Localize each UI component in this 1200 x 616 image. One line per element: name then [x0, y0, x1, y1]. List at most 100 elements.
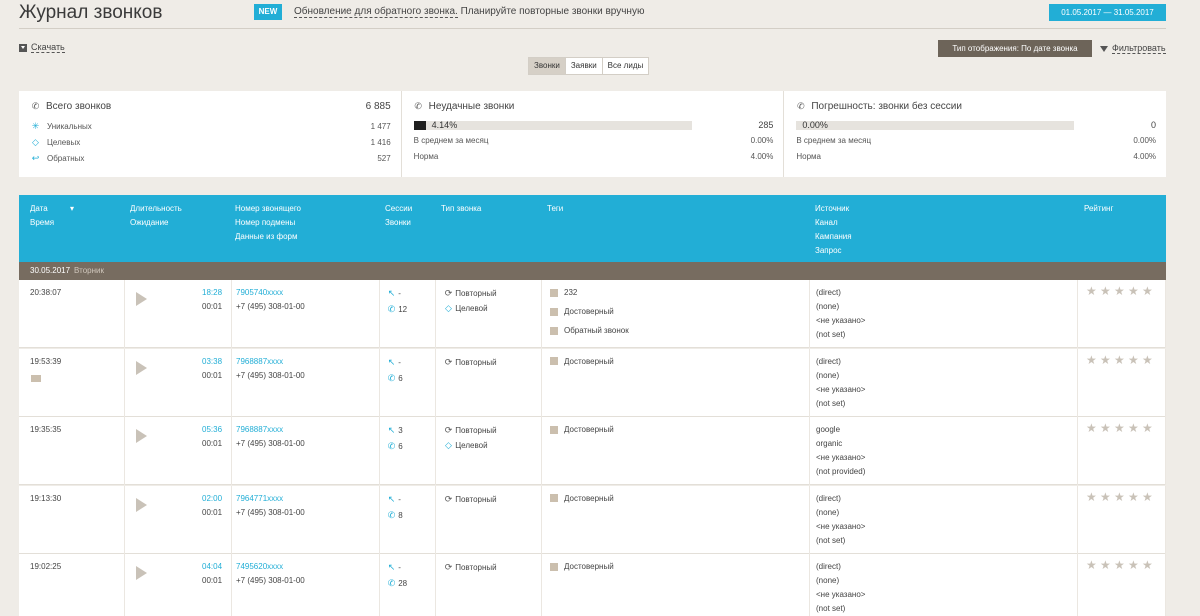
- rating-star-icon[interactable]: ★: [1142, 421, 1153, 435]
- call-tag[interactable]: Обратный звонок: [550, 324, 629, 338]
- call-tag[interactable]: 232: [550, 286, 577, 300]
- play-icon[interactable]: [136, 566, 147, 580]
- call-tag[interactable]: Достоверный: [550, 355, 614, 369]
- calls-value: ✆ 28: [387, 578, 408, 588]
- rating-star-icon[interactable]: ★: [1114, 558, 1125, 572]
- rating-star-icon[interactable]: ★: [1086, 284, 1097, 298]
- rating-star-icon[interactable]: ★: [1086, 353, 1097, 367]
- filter-icon: [1100, 45, 1108, 52]
- download-icon: [19, 43, 27, 52]
- table-row[interactable]: 20:38:07 18:28 00:01 7905740xxxx +7 (495) 30…: [19, 280, 1166, 348]
- calls-value: ✆ 12: [387, 304, 408, 314]
- play-icon[interactable]: [136, 292, 147, 306]
- folder-icon[interactable]: [31, 374, 41, 382]
- col-sessions[interactable]: Сессии Звонки: [385, 202, 412, 230]
- sessions-value: ↖ -: [387, 356, 401, 367]
- rating-star-icon[interactable]: ★: [1128, 490, 1139, 504]
- call-duration[interactable]: 02:00: [202, 492, 222, 506]
- bar-label: 0.00%: [802, 120, 828, 130]
- call-duration[interactable]: 04:04: [202, 560, 222, 574]
- stat-row-label: Уникальных: [47, 121, 92, 131]
- rating-star-icon[interactable]: ★: [1142, 353, 1153, 367]
- col-date[interactable]: Дата ▾ Время: [30, 202, 74, 230]
- missed-call-icon: ✆: [414, 101, 422, 111]
- rating-star-icon[interactable]: ★: [1086, 490, 1097, 504]
- target-icon: ◇: [445, 303, 452, 313]
- table-row[interactable]: 19:35:35 05:36 00:01 7968887xxxx +7 (495) 30…: [19, 417, 1166, 485]
- repeat-icon: ⟳: [444, 288, 453, 298]
- rating-star-icon[interactable]: ★: [1100, 421, 1111, 435]
- call-tag[interactable]: Достоверный: [550, 560, 614, 574]
- stat-value: 0: [1151, 120, 1157, 130]
- phone-icon: ✆: [387, 372, 396, 383]
- filter-button[interactable]: Фильтровать: [1100, 43, 1166, 54]
- rating-star-icon[interactable]: ★: [1142, 490, 1153, 504]
- rating-star-icon[interactable]: ★: [1128, 421, 1139, 435]
- rating-star-icon[interactable]: ★: [1142, 558, 1153, 572]
- col-duration[interactable]: Длительность Ожидание: [130, 202, 182, 230]
- phone-icon: ✆: [797, 101, 805, 111]
- sessions-value: ↖ 3: [387, 425, 403, 435]
- tab-requests[interactable]: Заявки: [565, 58, 603, 74]
- rating-star-icon[interactable]: ★: [1100, 490, 1111, 504]
- stat-title: Всего звонков: [46, 101, 112, 112]
- rating-star-icon[interactable]: ★: [1100, 353, 1111, 367]
- table-row[interactable]: 19:02:25 04:04 00:01 7495620xxxx +7 (495) 30…: [19, 554, 1166, 616]
- play-icon[interactable]: [136, 429, 147, 443]
- call-time: 19:02:25: [30, 562, 62, 571]
- caller-number[interactable]: 7968887xxxx: [236, 355, 283, 369]
- col-caller[interactable]: Номер звонящего Номер подмены Данные из фо…: [235, 202, 301, 244]
- failed-progress-bar: 4.14%: [413, 120, 692, 130]
- stat-value: 6 885: [365, 101, 391, 112]
- play-icon[interactable]: [136, 497, 147, 512]
- caller-number[interactable]: 7964771xxxx: [236, 492, 283, 506]
- call-duration[interactable]: 18:28: [202, 286, 222, 300]
- rating-star-icon[interactable]: ★: [1114, 284, 1125, 298]
- call-tag[interactable]: Достоверный: [550, 492, 614, 506]
- call-duration[interactable]: 05:36: [202, 423, 222, 437]
- tab-calls[interactable]: Звонки: [529, 58, 566, 74]
- call-time: 20:38:07: [30, 288, 62, 297]
- table-cell: [810, 554, 1078, 616]
- col-source[interactable]: Источник Канал Кампания Запрос: [815, 202, 852, 258]
- date-range-picker[interactable]: 01.05.2017 — 31.05.2017: [1049, 4, 1166, 21]
- rating-star-icon[interactable]: ★: [1100, 558, 1111, 572]
- rating-star-icon[interactable]: ★: [1128, 558, 1139, 572]
- substitute-number: +7 (495) 308-01-00: [236, 302, 305, 311]
- stat-row-value: 4.00%: [1133, 151, 1157, 161]
- col-type[interactable]: Тип звонка: [441, 202, 481, 216]
- rating-star-icon[interactable]: ★: [1142, 284, 1153, 298]
- rating-star-icon[interactable]: ★: [1086, 558, 1097, 572]
- tab-all-leads[interactable]: Все лиды: [602, 58, 649, 74]
- table-row[interactable]: 19:13:30 02:00 00:01 7964771xxxx +7 (495) 30…: [19, 485, 1166, 554]
- call-tag[interactable]: Достоверный: [550, 305, 614, 319]
- rating-star-icon[interactable]: ★: [1128, 353, 1139, 367]
- update-notice-link[interactable]: Обновление для обратного звонка.: [294, 6, 458, 18]
- call-duration[interactable]: 03:38: [202, 355, 222, 369]
- rating-star-icon[interactable]: ★: [1114, 421, 1125, 435]
- call-tag[interactable]: Достоверный: [550, 423, 614, 437]
- rating-star-icon[interactable]: ★: [1086, 421, 1097, 435]
- source-line: (none): [816, 507, 840, 517]
- day-group-header: 30.05.2017 Вторник: [19, 262, 1166, 280]
- col-rating[interactable]: Рейтинг: [1084, 202, 1113, 216]
- rating-star-icon[interactable]: ★: [1114, 490, 1125, 504]
- rating-star-icon[interactable]: ★: [1128, 284, 1139, 298]
- caller-number[interactable]: 7968887xxxx: [236, 423, 283, 437]
- cursor-icon: ↖: [387, 425, 396, 435]
- stat-row-value: 527: [377, 153, 391, 163]
- caller-number[interactable]: 7495620xxxx: [236, 560, 283, 574]
- view-mode-button[interactable]: Тип отображения: По дате звонка: [938, 40, 1092, 57]
- tag-icon: [550, 307, 558, 316]
- error-progress-bar: 0.00%: [796, 120, 1075, 130]
- download-button[interactable]: Скачать: [19, 42, 65, 53]
- col-tags[interactable]: Теги: [547, 202, 563, 216]
- calls-value: ✆ 8: [387, 509, 403, 520]
- stat-row-value: 0.00%: [1133, 135, 1157, 145]
- caller-number[interactable]: 7905740xxxx: [236, 286, 283, 300]
- stat-failed-calls: ✆ Неудачные звонки 4.14% 285 В среднем за…: [402, 91, 785, 177]
- rating-star-icon[interactable]: ★: [1114, 353, 1125, 367]
- table-row[interactable]: 19:53:39 03:38 00:01 7968887xxxx +7 (495) 30…: [19, 348, 1166, 417]
- rating-star-icon[interactable]: ★: [1100, 284, 1111, 298]
- play-icon[interactable]: [136, 360, 147, 375]
